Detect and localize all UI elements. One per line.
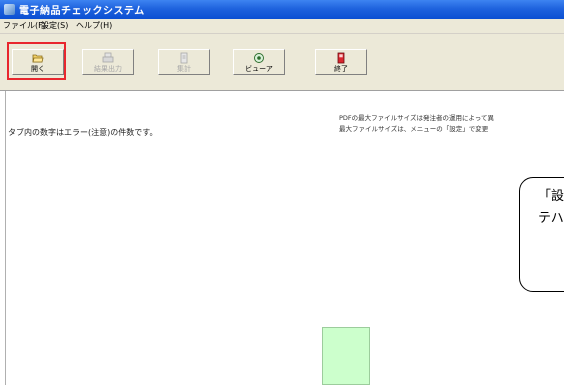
menu-bar: ファイル(F) 設定(S) ヘルプ(H)	[0, 19, 564, 34]
tab-count-note: タブ内の数字はエラー(注意)の件数です。	[8, 128, 158, 137]
tally-icon	[180, 52, 188, 64]
callout-line2: テハ	[538, 211, 564, 226]
pdf-size-note: PDFの最大ファイルサイズは発注者の運用によって異 最大ファイルサイズは、メニュ…	[339, 113, 494, 135]
print-output-icon	[102, 52, 114, 63]
toolbar: 開く 結果出力 集計 ビューア 終了	[0, 34, 564, 91]
exit-button[interactable]: 終了	[315, 49, 367, 75]
pdf-size-note-line1: PDFの最大ファイルサイズは発注者の運用によって異	[339, 114, 494, 122]
green-marker-box	[322, 327, 370, 385]
app-window: 電子納品チェックシステム ファイル(F) 設定(S) ヘルプ(H) 開く 結果出…	[0, 0, 564, 385]
tally-button-label: 集計	[177, 65, 191, 73]
title-bar: 電子納品チェックシステム	[0, 0, 564, 19]
result-output-button[interactable]: 結果出力	[82, 49, 134, 75]
pdf-size-note-line2: 最大ファイルサイズは、メニューの「設定」で変更	[339, 125, 489, 133]
menu-file[interactable]: ファイル(F)	[3, 20, 46, 31]
menu-help[interactable]: ヘルプ(H)	[76, 20, 112, 31]
callout-line1: 「設	[538, 189, 564, 204]
exit-button-label: 終了	[334, 65, 348, 73]
window-title: 電子納品チェックシステム	[19, 6, 145, 17]
menu-settings[interactable]: 設定(S)	[41, 20, 68, 31]
callout-bubble: 「設 テハ	[519, 177, 564, 292]
result-output-button-label: 結果出力	[94, 65, 122, 73]
tally-button[interactable]: 集計	[158, 49, 210, 75]
viewer-button-label: ビューア	[245, 65, 273, 73]
viewer-button[interactable]: ビューア	[233, 49, 285, 75]
app-icon	[4, 4, 15, 15]
viewer-icon	[254, 53, 264, 63]
exit-icon	[337, 52, 345, 64]
open-button-highlight	[7, 42, 66, 80]
